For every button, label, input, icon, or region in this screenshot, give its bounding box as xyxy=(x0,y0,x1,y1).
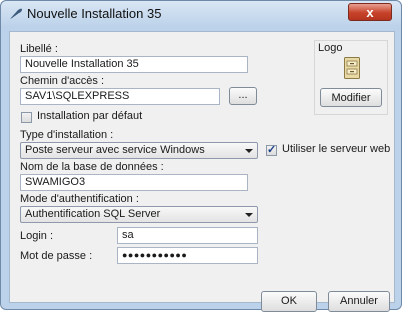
window-title: Nouvelle Installation 35 xyxy=(27,6,162,21)
password-input[interactable]: ●●●●●●●●●●● xyxy=(117,247,258,264)
type-installation-value: Poste serveur avec service Windows xyxy=(25,144,205,156)
modifier-button[interactable]: Modifier xyxy=(320,88,382,107)
serveur-web-label: Utiliser le serveur web xyxy=(282,143,391,155)
chevron-down-icon xyxy=(245,213,253,217)
chemin-input[interactable]: SAV1\SQLEXPRESS xyxy=(20,88,220,105)
auth-value: Authentification SQL Server xyxy=(25,208,161,220)
cabinet-icon xyxy=(344,57,360,79)
login-label: Login : xyxy=(20,230,54,242)
dialog-content: Libellé : Nouvelle Installation 35 Chemi… xyxy=(9,31,395,312)
serveur-web-checkbox[interactable] xyxy=(266,143,277,156)
chevron-down-icon xyxy=(245,149,253,153)
auth-select[interactable]: Authentification SQL Server xyxy=(20,206,258,223)
libelle-input[interactable]: Nouvelle Installation 35 xyxy=(20,56,248,73)
type-installation-label: Type d'installation : xyxy=(20,129,114,141)
base-input[interactable]: SWAMIGO3 xyxy=(20,174,248,191)
dialog-window: Nouvelle Installation 35 x Libellé : Nou… xyxy=(0,0,402,312)
type-installation-select[interactable]: Poste serveur avec service Windows xyxy=(20,142,258,159)
auth-label: Mode d'authentification : xyxy=(20,193,139,205)
cancel-button[interactable]: Annuler xyxy=(328,291,390,312)
password-label: Mot de passe : xyxy=(20,250,93,262)
title-bar[interactable]: Nouvelle Installation 35 x xyxy=(1,1,401,27)
chemin-label: Chemin d'accès : xyxy=(20,75,105,87)
browse-button[interactable]: ... xyxy=(229,87,257,105)
close-button[interactable]: x xyxy=(348,3,392,21)
libelle-label: Libellé : xyxy=(20,43,58,55)
ok-button[interactable]: OK xyxy=(261,291,317,312)
feather-icon xyxy=(10,8,22,19)
login-input[interactable]: sa xyxy=(117,227,258,244)
installation-defaut-label: Installation par défaut xyxy=(37,110,143,122)
base-label: Nom de la base de données : xyxy=(20,161,164,173)
installation-defaut-checkbox[interactable] xyxy=(21,112,32,123)
